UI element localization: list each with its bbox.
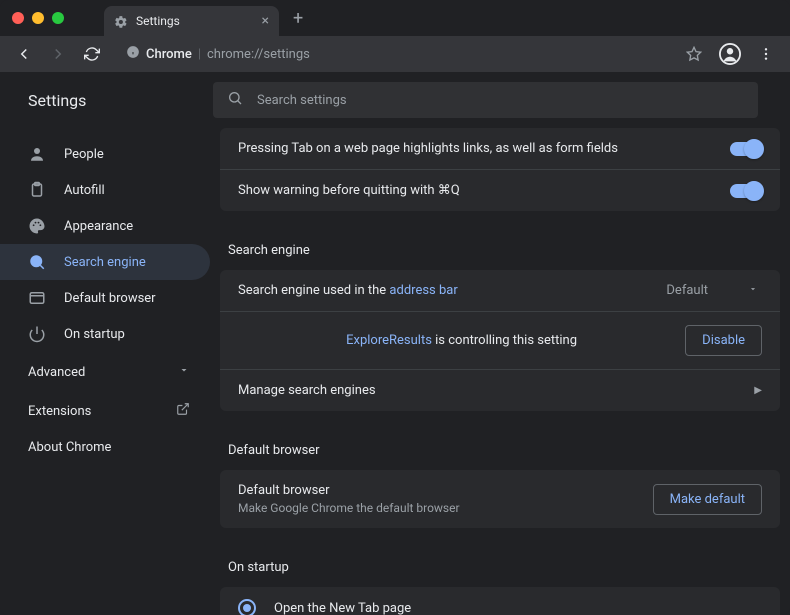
close-tab-icon[interactable]: × (262, 13, 269, 29)
extensions-label: Extensions (28, 404, 91, 419)
address-bar[interactable]: Chrome | chrome://settings (118, 41, 668, 67)
sidebar-advanced[interactable]: Advanced (0, 352, 210, 392)
advanced-label: Advanced (28, 365, 85, 380)
sidebar-item-people[interactable]: People (0, 136, 210, 172)
browser-icon (28, 289, 46, 307)
sidebar-about[interactable]: About Chrome (0, 430, 210, 465)
chevron-down-icon (178, 364, 190, 380)
address-bar-link[interactable]: address bar (389, 283, 457, 298)
section-title-search-engine: Search engine (220, 229, 780, 270)
manage-search-engines-row[interactable]: Manage search engines ▶ (220, 370, 780, 411)
palette-icon (28, 217, 46, 235)
header-row: Settings (0, 72, 790, 128)
page-content: Settings People Autofill (0, 72, 790, 615)
sidebar-extensions[interactable]: Extensions (0, 392, 210, 430)
search-icon (227, 90, 243, 110)
sidebar-item-label: People (64, 147, 104, 162)
menu-kebab-icon[interactable] (752, 40, 780, 68)
profile-avatar-icon[interactable] (716, 40, 744, 68)
chevron-down-icon (748, 283, 758, 298)
sidebar-item-label: Default browser (64, 291, 156, 306)
setting-press-tab: Pressing Tab on a web page highlights li… (220, 128, 780, 170)
person-icon (28, 145, 46, 163)
reload-button[interactable] (78, 40, 106, 68)
page-title: Settings (28, 91, 193, 110)
maximize-window-button[interactable] (52, 12, 64, 24)
section-title-default-browser: Default browser (220, 429, 780, 470)
titlebar: Settings × + (0, 0, 790, 36)
search-input[interactable] (257, 93, 744, 108)
traffic-lights (12, 12, 64, 24)
controlled-by-extension-row: ExploreResults is controlling this setti… (220, 312, 780, 370)
sidebar-item-search-engine[interactable]: Search engine (0, 244, 210, 280)
clipboard-icon (28, 181, 46, 199)
sidebar-item-appearance[interactable]: Appearance (0, 208, 210, 244)
toggle-press-tab[interactable] (730, 142, 762, 156)
site-info-icon[interactable] (126, 45, 140, 63)
toggle-quit-warning[interactable] (730, 184, 762, 198)
sidebar-item-label: Search engine (64, 255, 146, 270)
sidebar: People Autofill Appearance Search engine… (0, 128, 210, 615)
address-separator: | (198, 47, 201, 62)
disable-extension-button[interactable]: Disable (685, 325, 762, 356)
make-default-button[interactable]: Make default (653, 484, 762, 515)
back-button[interactable] (10, 40, 38, 68)
close-window-button[interactable] (12, 12, 24, 24)
search-engine-dropdown[interactable]: Default (666, 283, 762, 298)
chevron-right-icon: ▶ (754, 385, 762, 396)
sidebar-item-on-startup[interactable]: On startup (0, 316, 210, 352)
extension-name-link[interactable]: ExploreResults (346, 333, 432, 348)
gear-icon (114, 14, 128, 28)
window: Settings × + Chrome | chrome://settings (0, 0, 790, 615)
search-settings[interactable] (213, 82, 758, 118)
sidebar-item-label: Appearance (64, 219, 133, 234)
radio-icon (238, 599, 256, 615)
bookmark-star-icon[interactable] (680, 40, 708, 68)
address-path: chrome://settings (207, 47, 310, 62)
startup-option-new-tab[interactable]: Open the New Tab page (220, 587, 780, 615)
forward-button[interactable] (44, 40, 72, 68)
new-tab-button[interactable]: + (293, 8, 303, 29)
section-title-on-startup: On startup (220, 546, 780, 587)
main-content: Pressing Tab on a web page highlights li… (210, 128, 790, 615)
minimize-window-button[interactable] (32, 12, 44, 24)
external-link-icon (176, 402, 190, 420)
sidebar-item-label: Autofill (64, 183, 105, 198)
default-browser-row: Default browser Make Google Chrome the d… (220, 470, 780, 528)
address-scheme: Chrome (146, 47, 192, 62)
toolbar: Chrome | chrome://settings (0, 36, 790, 72)
sidebar-item-autofill[interactable]: Autofill (0, 172, 210, 208)
sidebar-item-label: On startup (64, 327, 125, 342)
search-engine-used-row: Search engine used in the address bar De… (220, 270, 780, 312)
power-icon (28, 325, 46, 343)
sidebar-item-default-browser[interactable]: Default browser (0, 280, 210, 316)
about-label: About Chrome (28, 440, 111, 455)
setting-quit-warning: Show warning before quitting with ⌘Q (220, 170, 780, 211)
browser-tab[interactable]: Settings × (104, 6, 279, 36)
tab-title: Settings (136, 14, 254, 28)
search-icon (28, 253, 46, 271)
